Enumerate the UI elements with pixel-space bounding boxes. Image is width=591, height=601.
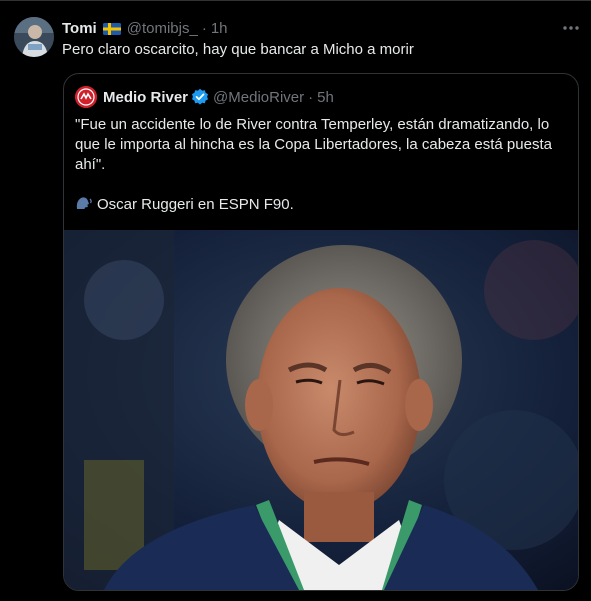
quote-paragraph-1: "Fue un accidente lo de River contra Tem… [75,116,552,173]
quote-media-image[interactable] [64,230,578,590]
quote-header: Medio River @MedioRiver · 5h [75,86,334,108]
timestamp[interactable]: 1h [211,20,228,37]
top-divider [0,0,591,1]
sweden-flag-icon [102,22,121,35]
handle[interactable]: @tomibjs_ [127,20,198,37]
quote-display-name[interactable]: Medio River [103,89,188,106]
quote-paragraph-2: Oscar Ruggeri en ESPN F90. [75,195,571,215]
tweet-header: Tomi @tomibjs_ · 1h [62,18,228,38]
quote-handle[interactable]: @MedioRiver [213,89,304,106]
display-name[interactable]: Tomi [62,20,97,37]
more-options-icon[interactable] [561,18,581,38]
avatar[interactable] [14,17,54,57]
quoted-tweet[interactable]: Medio River @MedioRiver · 5h "Fue un acc… [63,73,579,591]
speaking-head-icon [75,195,93,211]
quote-text: "Fue un accidente lo de River contra Tem… [75,115,571,215]
separator-dot: · [201,19,207,37]
quote-avatar [75,86,97,108]
quote-timestamp[interactable]: 5h [317,89,334,106]
quote-attribution: Oscar Ruggeri en ESPN F90. [97,196,294,213]
verified-badge-icon [191,88,209,106]
quote-separator-dot: · [308,88,314,106]
tweet-text: Pero claro oscarcito, hay que bancar a M… [62,41,414,58]
